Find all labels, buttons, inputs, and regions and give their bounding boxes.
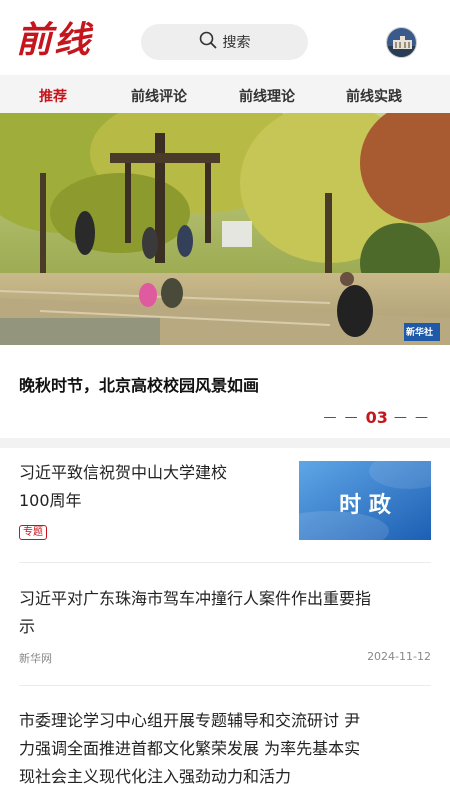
app-logo[interactable]: 前线: [16, 18, 92, 62]
user-avatar[interactable]: [386, 27, 417, 58]
carousel-indicator: — — 03 — —: [323, 408, 430, 427]
hero-watermark: 新华社: [406, 328, 434, 338]
hero-image[interactable]: 新华社: [0, 113, 450, 345]
app-header: 前线 搜索: [0, 0, 450, 75]
tab-frontline-commentary[interactable]: 前线评论: [131, 86, 187, 106]
article-title-line[interactable]: 市委理论学习中心组开展专题辅导和交流研讨 尹: [19, 707, 360, 735]
tab-frontline-practice[interactable]: 前线实践: [346, 86, 402, 106]
hero-caption[interactable]: 晚秋时节，北京高校校园风景如画 — — 03 — —: [0, 345, 450, 438]
pager-dash-left: — —: [323, 410, 360, 425]
article-title-line[interactable]: 现社会主义现代化注入强劲动力和活力: [19, 763, 291, 791]
article-title-line[interactable]: 示: [19, 613, 35, 641]
article-title-line[interactable]: 习近平对广东珠海市驾车冲撞行人案件作出重要指: [19, 585, 371, 613]
article-thumbnail[interactable]: 时 政: [299, 461, 431, 540]
topic-tag[interactable]: 专题: [19, 525, 47, 540]
article-item[interactable]: 市委理论学习中心组开展专题辅导和交流研讨 尹 力强调全面推进首都文化繁荣发展 为…: [0, 686, 450, 800]
search-icon: [199, 31, 217, 53]
tab-frontline-theory[interactable]: 前线理论: [239, 86, 295, 106]
pager-number: 03: [365, 408, 388, 427]
hero-title[interactable]: 晚秋时节，北京高校校园风景如画: [19, 372, 259, 396]
article-title-line[interactable]: 100周年: [19, 487, 82, 515]
tab-recommend[interactable]: 推荐: [39, 86, 67, 106]
article-item[interactable]: 习近平对广东珠海市驾车冲撞行人案件作出重要指 示 新华网 2024-11-12: [0, 563, 450, 683]
search-bar[interactable]: 搜索: [141, 24, 308, 60]
article-date: 2024-11-12: [367, 650, 431, 663]
section-gap: [0, 438, 450, 448]
search-label: 搜索: [222, 35, 251, 51]
article-source: 新华网: [19, 652, 52, 665]
category-tabs: 推荐 前线评论 前线理论 前线实践: [0, 75, 450, 113]
article-title-line[interactable]: 力强调全面推进首都文化繁荣发展 为率先基本实: [19, 735, 360, 763]
article-title-line[interactable]: 习近平致信祝贺中山大学建校: [19, 459, 227, 487]
pager-dash-right: — —: [393, 410, 430, 425]
thumbnail-text: 时 政: [339, 492, 391, 518]
